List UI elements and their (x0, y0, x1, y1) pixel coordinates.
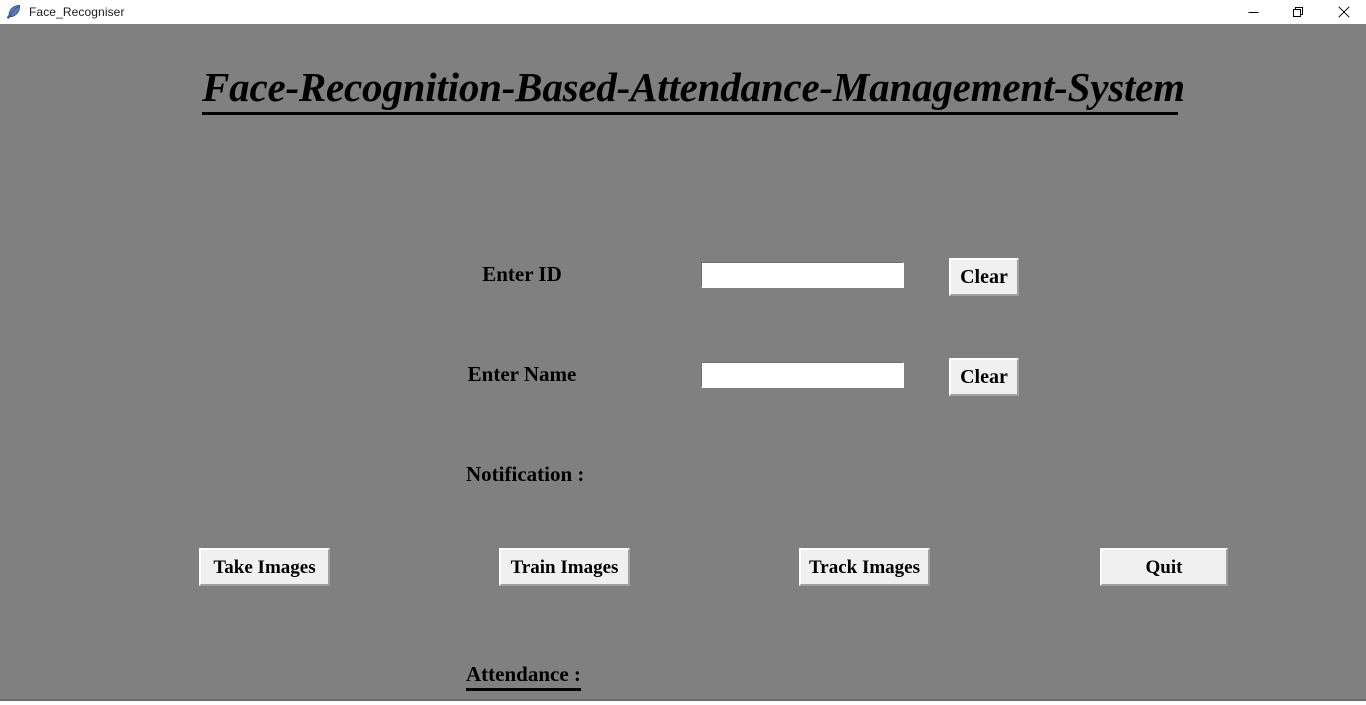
close-icon (1337, 6, 1350, 18)
notification-label: Notification : (466, 462, 585, 486)
enter-name-label: Enter Name (467, 362, 577, 386)
take-images-button[interactable]: Take Images (199, 548, 330, 586)
clear-name-button[interactable]: Clear (949, 358, 1019, 396)
quit-button[interactable]: Quit (1100, 548, 1228, 586)
enter-name-input[interactable] (701, 362, 904, 388)
window-titlebar: Face_Recogniser (0, 0, 1366, 25)
feather-quill-icon (5, 4, 21, 20)
restore-button[interactable] (1276, 0, 1321, 24)
minimize-icon (1248, 7, 1259, 18)
main-content-area: Face-Recognition-Based-Attendance-Manage… (0, 24, 1366, 701)
window-controls (1231, 0, 1366, 24)
track-images-button[interactable]: Track Images (799, 548, 930, 586)
attendance-label: Attendance : (466, 661, 581, 691)
restore-icon (1293, 6, 1304, 18)
clear-id-button[interactable]: Clear (949, 258, 1019, 296)
train-images-button[interactable]: Train Images (499, 548, 630, 586)
application-window: Face_Recogniser Face-Recognition-Based-A… (0, 0, 1366, 705)
close-button[interactable] (1321, 0, 1366, 24)
enter-id-input[interactable] (701, 262, 904, 288)
minimize-button[interactable] (1231, 0, 1276, 24)
titlebar-identity: Face_Recogniser (0, 0, 125, 24)
page-title-underline (202, 112, 1178, 115)
window-title: Face_Recogniser (29, 5, 125, 19)
enter-id-label: Enter ID (482, 262, 562, 286)
page-title: Face-Recognition-Based-Attendance-Manage… (202, 64, 1185, 110)
